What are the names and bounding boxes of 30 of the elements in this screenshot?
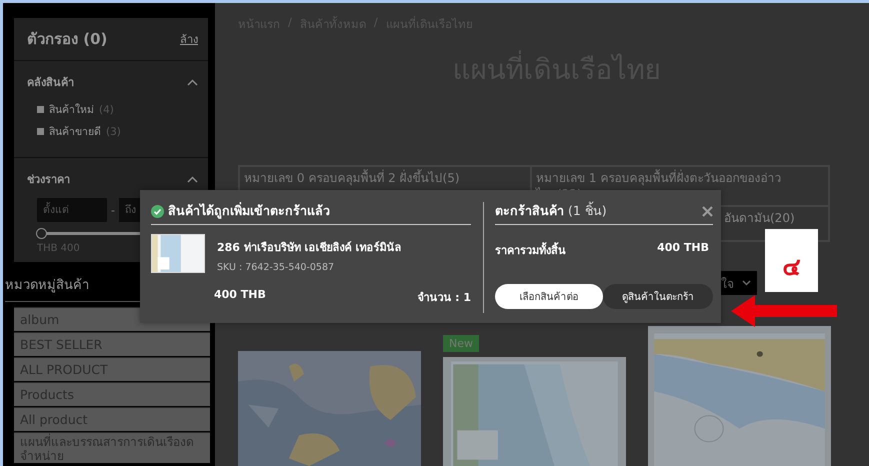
continue-shopping-button[interactable]: เลือกสินค้าต่อ <box>495 284 603 309</box>
chevron-up-icon[interactable] <box>187 176 198 182</box>
total-label: ราคารวมทั้งสิ้น <box>495 241 566 259</box>
clear-link[interactable]: ล้าง <box>180 30 198 48</box>
product-name: 286 ท่าเรือบริษัท เอเชียลิงค์ เทอร์มินัล <box>217 240 402 256</box>
view-cart-button[interactable]: ดูสินค้าในตะกร้า <box>603 284 713 309</box>
chevron-up-icon[interactable] <box>187 78 198 86</box>
chevron-down-icon[interactable] <box>742 280 751 286</box>
range-dash: - <box>111 204 115 216</box>
product-price: 400 THB <box>214 288 266 303</box>
price-from-field[interactable]: ตั้งแต่ <box>37 198 107 222</box>
filter-title: ตัวกรอง (0) <box>27 29 108 50</box>
product-quantity: จำนวน : 1 <box>417 290 471 306</box>
checkbox-label[interactable]: สินค้าใหม่ <box>49 101 94 118</box>
total-price: 400 THB <box>657 241 709 256</box>
slider-handle[interactable] <box>36 228 47 239</box>
checkbox-label[interactable]: สินค้าขายดี <box>49 123 101 140</box>
close-icon[interactable] <box>702 206 713 216</box>
product-sku: SKU : 7642-35-540-0587 <box>217 262 336 273</box>
section-title: คลังสินค้า <box>27 75 74 91</box>
section-title: ช่วงราคา <box>27 172 70 188</box>
checkbox[interactable] <box>37 128 44 135</box>
breadcrumb-separator: / <box>374 15 378 31</box>
step-number: ๔ <box>765 229 818 292</box>
arrow-icon <box>731 295 837 327</box>
check-circle-icon <box>151 204 164 218</box>
checkbox[interactable] <box>37 106 44 113</box>
breadcrumb-separator: / <box>288 15 292 31</box>
new-badge: New <box>443 335 479 352</box>
cart-count: (1 ชิ้น) <box>568 201 607 220</box>
